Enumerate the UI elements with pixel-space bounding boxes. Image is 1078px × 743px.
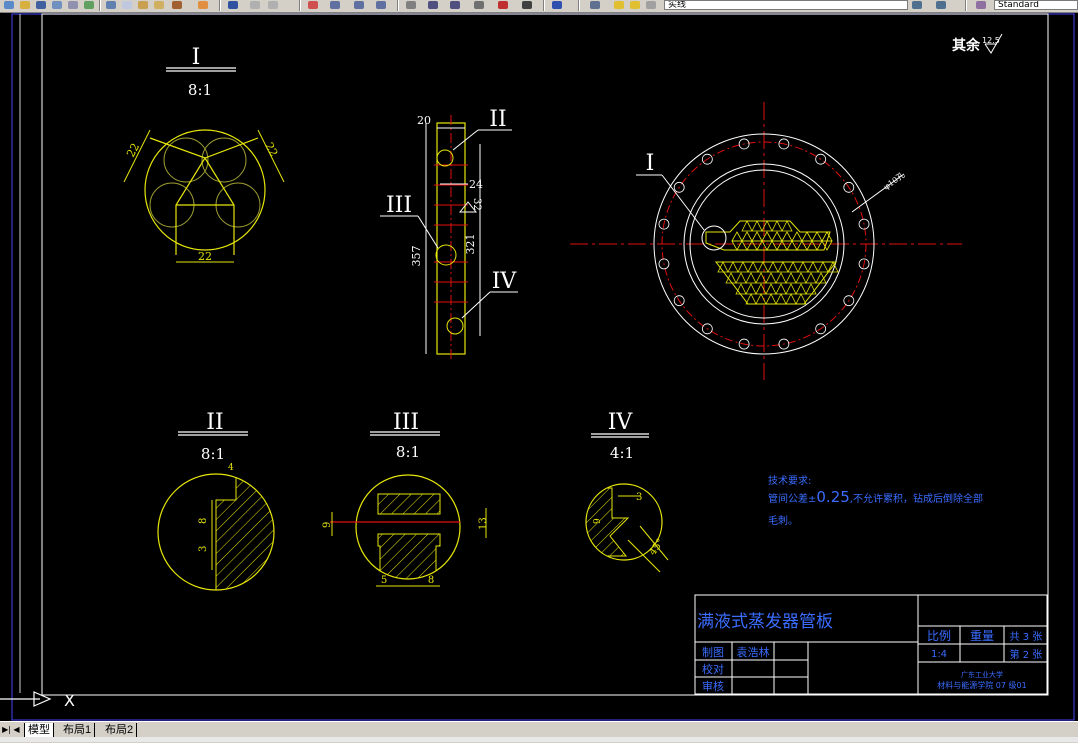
canvas-background (0, 13, 1078, 721)
title-block-school: 广东工业大学 (961, 670, 1003, 679)
cut-icon[interactable] (104, 0, 118, 11)
tab-layout1[interactable]: 布局1 (60, 723, 96, 737)
title-block-scale-value: 1:4 (931, 649, 947, 660)
textstyle-dropdown[interactable]: Standard (994, 0, 1078, 10)
title-block-weight-label: 重量 (970, 629, 994, 643)
detail-III-dim-9: 9 (322, 522, 333, 528)
title-block-sheet-no: 第 2 张 (1010, 648, 1043, 661)
layer-previous-icon[interactable] (910, 0, 924, 11)
dim-24: 24 (469, 178, 483, 191)
open-icon[interactable] (18, 0, 32, 11)
detail-IV-title: IV (608, 410, 634, 435)
detail-I-scale: 8:1 (188, 81, 212, 99)
make-current-icon[interactable] (934, 0, 948, 11)
new-icon[interactable] (2, 0, 16, 11)
properties-icon[interactable] (404, 0, 418, 11)
layer-name: 实线 (668, 0, 687, 10)
detail-II-dim-4: 4 (228, 463, 234, 473)
title-block-sheets-total: 共 3 张 (1010, 631, 1043, 643)
detail-III-title: III (393, 410, 419, 435)
detail-III-upper-hatch (377, 493, 441, 515)
callout-II-label: II (489, 107, 506, 132)
detail-I-dim-bottom: 22 (198, 250, 212, 263)
detail-IV-dim-3: 3 (636, 492, 642, 503)
detail-II-dim-3: 3 (198, 546, 209, 552)
layer-on-icon[interactable] (612, 0, 626, 11)
tab-layout2-label: 布局2 (105, 724, 134, 736)
tech-req-line1-value: 0.25 (816, 488, 849, 506)
tab-model-label: 模型 (28, 724, 50, 736)
tech-req-line1-suffix: ,不允许累积，钻成后倒除全部 (850, 492, 983, 505)
title-block-code: 材料与能源学院 07 级01 (937, 680, 1026, 690)
tool-palettes-icon[interactable] (448, 0, 462, 11)
dim-20: 20 (417, 114, 431, 127)
detail-IV-scale: 4:1 (610, 444, 634, 462)
callout-IV-label: IV (492, 269, 518, 294)
paste-icon[interactable] (136, 0, 150, 11)
block-editor-icon[interactable] (170, 0, 184, 11)
detail-III-dim-13: 13 (478, 517, 489, 530)
copy-icon[interactable] (120, 0, 134, 11)
tab-layout1-label: 布局1 (63, 724, 92, 736)
detail-I-title: I (192, 45, 201, 70)
detail-III-dim-8: 8 (428, 575, 434, 586)
roughness-note-label: 其余 (952, 37, 981, 54)
horizontal-scrollbar[interactable] (0, 737, 1078, 742)
title-block-drawn-name: 袁浩林 (737, 645, 770, 659)
pan-realtime-icon[interactable] (306, 0, 320, 11)
prev-tab-icon[interactable]: ◀ (12, 724, 21, 736)
model-space-canvas[interactable]: 其余 12.5 I 8:1 22 22 22 II III IV 20 24 3… (0, 13, 1078, 721)
layer-thaw-icon[interactable] (628, 0, 642, 11)
dim-357: 357 (410, 246, 423, 267)
detail-II-scale: 8:1 (201, 445, 225, 463)
dim-321: 321 (464, 234, 477, 255)
layer-manager-icon[interactable] (588, 0, 602, 11)
zoom-previous-icon[interactable] (352, 0, 366, 11)
sheet-set-icon[interactable] (472, 0, 486, 11)
layer-unlock-icon[interactable] (644, 0, 658, 11)
detail-III-lower-hatch (377, 533, 441, 579)
title-block-checked-label: 校对 (702, 662, 724, 676)
zoom-extents-icon[interactable] (374, 0, 388, 11)
zoom-realtime-icon[interactable] (266, 0, 280, 11)
layer-dropdown[interactable]: 实线 (664, 0, 908, 10)
redo-icon[interactable] (226, 0, 240, 11)
calculator-icon[interactable] (520, 0, 534, 11)
detail-IV-dim-9: 9 (593, 518, 603, 524)
tab-model[interactable]: 模型 (24, 723, 54, 738)
tab-layout2[interactable]: 布局2 (102, 723, 138, 737)
detail-III-scale: 8:1 (396, 443, 420, 461)
standard-toolbar: 实线 Standard (0, 0, 1078, 13)
markup-icon[interactable] (496, 0, 510, 11)
save-icon[interactable] (34, 0, 48, 11)
title-block-part-name: 满液式蒸发器管板 (697, 612, 833, 632)
detail-II-dim-8: 8 (198, 518, 209, 524)
callout-III-label: III (386, 193, 412, 218)
zoom-window-icon[interactable] (328, 0, 342, 11)
plot-icon[interactable] (50, 0, 64, 11)
design-center-icon[interactable] (426, 0, 440, 11)
tech-req-line1-prefix: 管间公差± (768, 492, 816, 505)
undo-icon[interactable] (196, 0, 210, 11)
first-tab-icon[interactable]: ▶| (2, 724, 11, 736)
preview-icon[interactable] (66, 0, 80, 11)
title-block-approved-label: 审核 (702, 679, 724, 693)
help-icon[interactable] (550, 0, 564, 11)
textstyle-name: Standard (998, 0, 1039, 10)
title-block-scale-label: 比例 (927, 629, 951, 643)
match-properties-icon[interactable] (152, 0, 166, 11)
callout-I-label: I (646, 151, 655, 176)
text-style-icon[interactable] (974, 0, 988, 11)
tech-req-line2: 毛刺。 (768, 515, 798, 527)
ucs-x-label: X (64, 691, 75, 710)
publish-icon[interactable] (82, 0, 96, 11)
pan-icon[interactable] (248, 0, 262, 11)
tech-req-heading: 技术要求: (768, 474, 811, 487)
title-block-drawn-label: 制图 (702, 646, 724, 659)
detail-III-dim-5: 5 (381, 575, 387, 586)
detail-II-title: II (206, 410, 223, 435)
